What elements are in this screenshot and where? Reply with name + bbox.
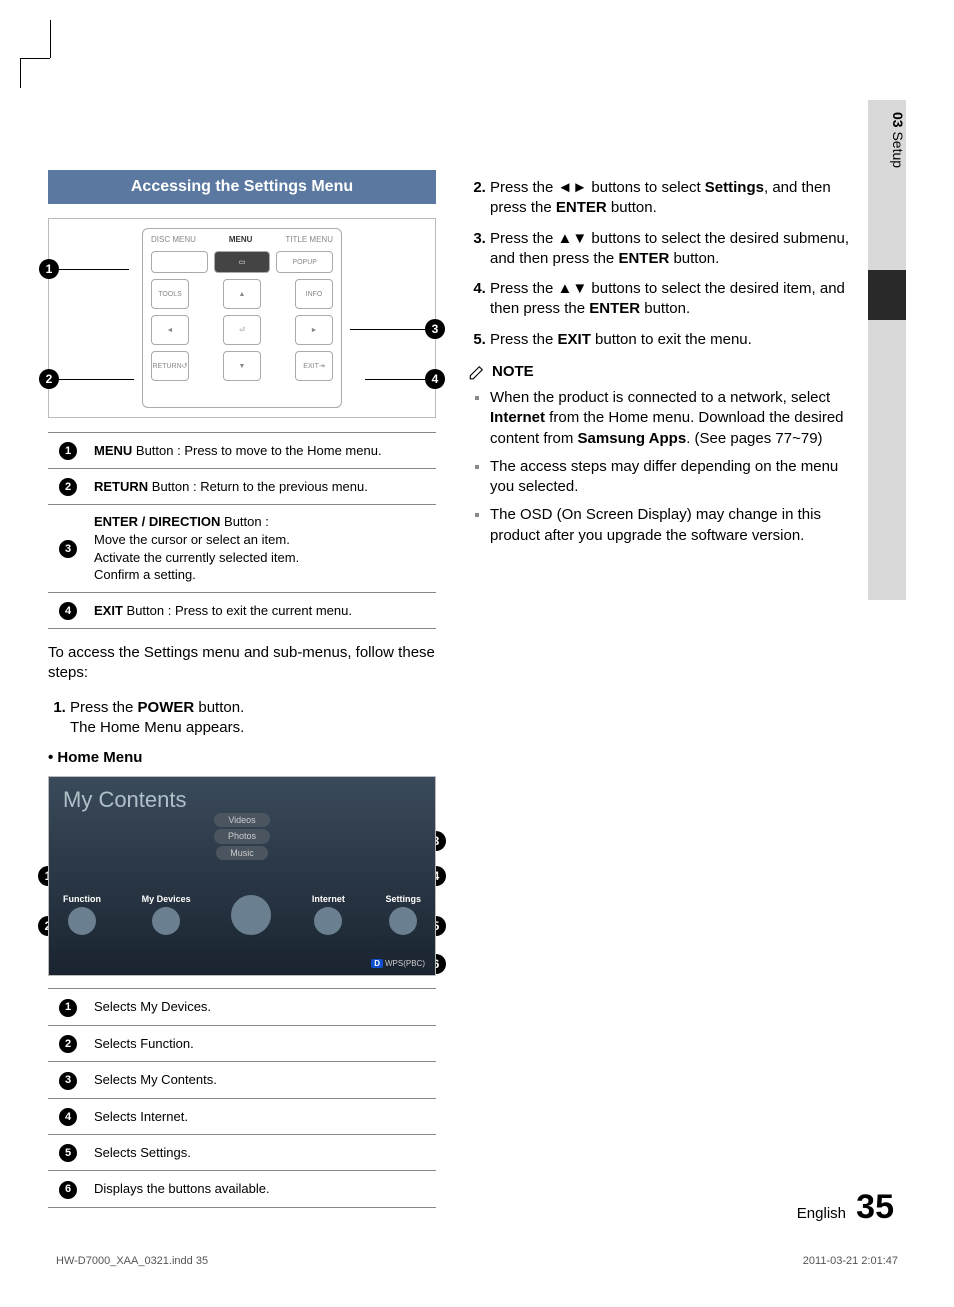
notes-list: When the product is connected to a netwo… — [468, 388, 856, 546]
note-3: The OSD (On Screen Display) may change i… — [490, 505, 856, 546]
crop-mark-corner — [20, 58, 50, 88]
print-info: HW-D7000_XAA_0321.indd 35 2011-03-21 2:0… — [56, 1255, 898, 1267]
btn-enter: ⏎ — [223, 315, 261, 345]
legend-table-home: 1Selects My Devices. 2Selects Function. … — [48, 988, 436, 1208]
note-2: The access steps may differ depending on… — [490, 457, 856, 498]
settings-icon — [389, 907, 417, 935]
btn-menu: ▭ — [214, 251, 271, 273]
side-tab: 03 Setup — [868, 100, 906, 320]
home-icons-row: Function My Devices Internet Settings — [63, 893, 421, 935]
crop-mark-v — [50, 20, 51, 58]
callout-2: 2 — [39, 369, 59, 389]
note-heading: NOTE — [468, 362, 856, 382]
step-3: Press the ▲▼ buttons to select the desir… — [490, 229, 856, 270]
steps-list-left: Press the POWER button. The Home Menu ap… — [48, 698, 436, 739]
function-icon — [68, 907, 96, 935]
home-footer: DWPS(PBC) — [371, 959, 425, 970]
chapter-title: Setup — [890, 131, 906, 168]
callout-4: 4 — [425, 369, 445, 389]
label-disc-menu: DISC MENU — [151, 235, 196, 246]
legend-table-remote: 1 MENU Button : Press to move to the Hom… — [48, 432, 436, 629]
remote-figure: 1 2 3 4 DISC MENU MENU TITLE MENU ▭ — [48, 218, 436, 418]
callout-3: 3 — [425, 319, 445, 339]
internet-icon — [314, 907, 342, 935]
left-column: Accessing the Settings Menu 1 2 3 4 DISC… — [48, 170, 436, 1208]
step-2: Press the ◄► buttons to select Settings,… — [490, 178, 856, 219]
table-row: 2 RETURN Button : Return to the previous… — [48, 469, 436, 505]
page-footer: English 35 — [797, 1188, 894, 1227]
btn-right: ► — [295, 315, 333, 345]
intro-text: To access the Settings menu and sub-menu… — [48, 643, 436, 684]
side-gray-bar — [868, 320, 906, 600]
section-header: Accessing the Settings Menu — [48, 170, 436, 204]
btn-left: ◄ — [151, 315, 189, 345]
label-title-menu: TITLE MENU — [285, 235, 333, 246]
callout-1: 1 — [39, 259, 59, 279]
table-row: 4 EXIT Button : Press to exit the curren… — [48, 592, 436, 628]
btn-disc-menu — [151, 251, 208, 273]
step-4: Press the ▲▼ buttons to select the desir… — [490, 279, 856, 320]
btn-popup: POPUP — [276, 251, 333, 273]
home-tabs: Videos Photos Music — [214, 813, 270, 861]
right-column: Press the ◄► buttons to select Settings,… — [468, 170, 906, 1208]
center-icon — [231, 895, 271, 935]
home-menu-label: • Home Menu — [48, 748, 436, 768]
print-date: 2011-03-21 2:01:47 — [803, 1255, 898, 1267]
home-menu-figure: My Contents Videos Photos Music Function… — [48, 776, 436, 976]
btn-info: INFO — [295, 279, 333, 309]
note-1: When the product is connected to a netwo… — [490, 388, 856, 449]
side-tab-dark — [868, 270, 906, 320]
label-menu: MENU — [229, 235, 253, 246]
btn-up: ▲ — [223, 279, 261, 309]
step-1: Press the POWER button. The Home Menu ap… — [70, 698, 436, 739]
pencil-icon — [468, 363, 486, 381]
btn-down: ▼ — [223, 351, 261, 381]
num-circle: 1 — [59, 442, 77, 460]
step-5: Press the EXIT button to exit the menu. — [490, 330, 856, 350]
table-row: 3 ENTER / DIRECTION Button : Move the cu… — [48, 505, 436, 592]
btn-exit: EXIT ⇥ — [295, 351, 333, 381]
devices-icon — [152, 907, 180, 935]
table-row: 1 MENU Button : Press to move to the Hom… — [48, 432, 436, 468]
chapter-number: 03 — [890, 112, 906, 128]
btn-tools: TOOLS — [151, 279, 189, 309]
btn-return: RETURN ↺ — [151, 351, 189, 381]
print-file: HW-D7000_XAA_0321.indd 35 — [56, 1255, 208, 1267]
page-number: 35 — [856, 1188, 894, 1226]
remote-body: DISC MENU MENU TITLE MENU ▭ POPUP TOOLS … — [142, 228, 342, 408]
steps-list-right: Press the ◄► buttons to select Settings,… — [468, 178, 856, 350]
home-title: My Contents — [63, 785, 187, 815]
